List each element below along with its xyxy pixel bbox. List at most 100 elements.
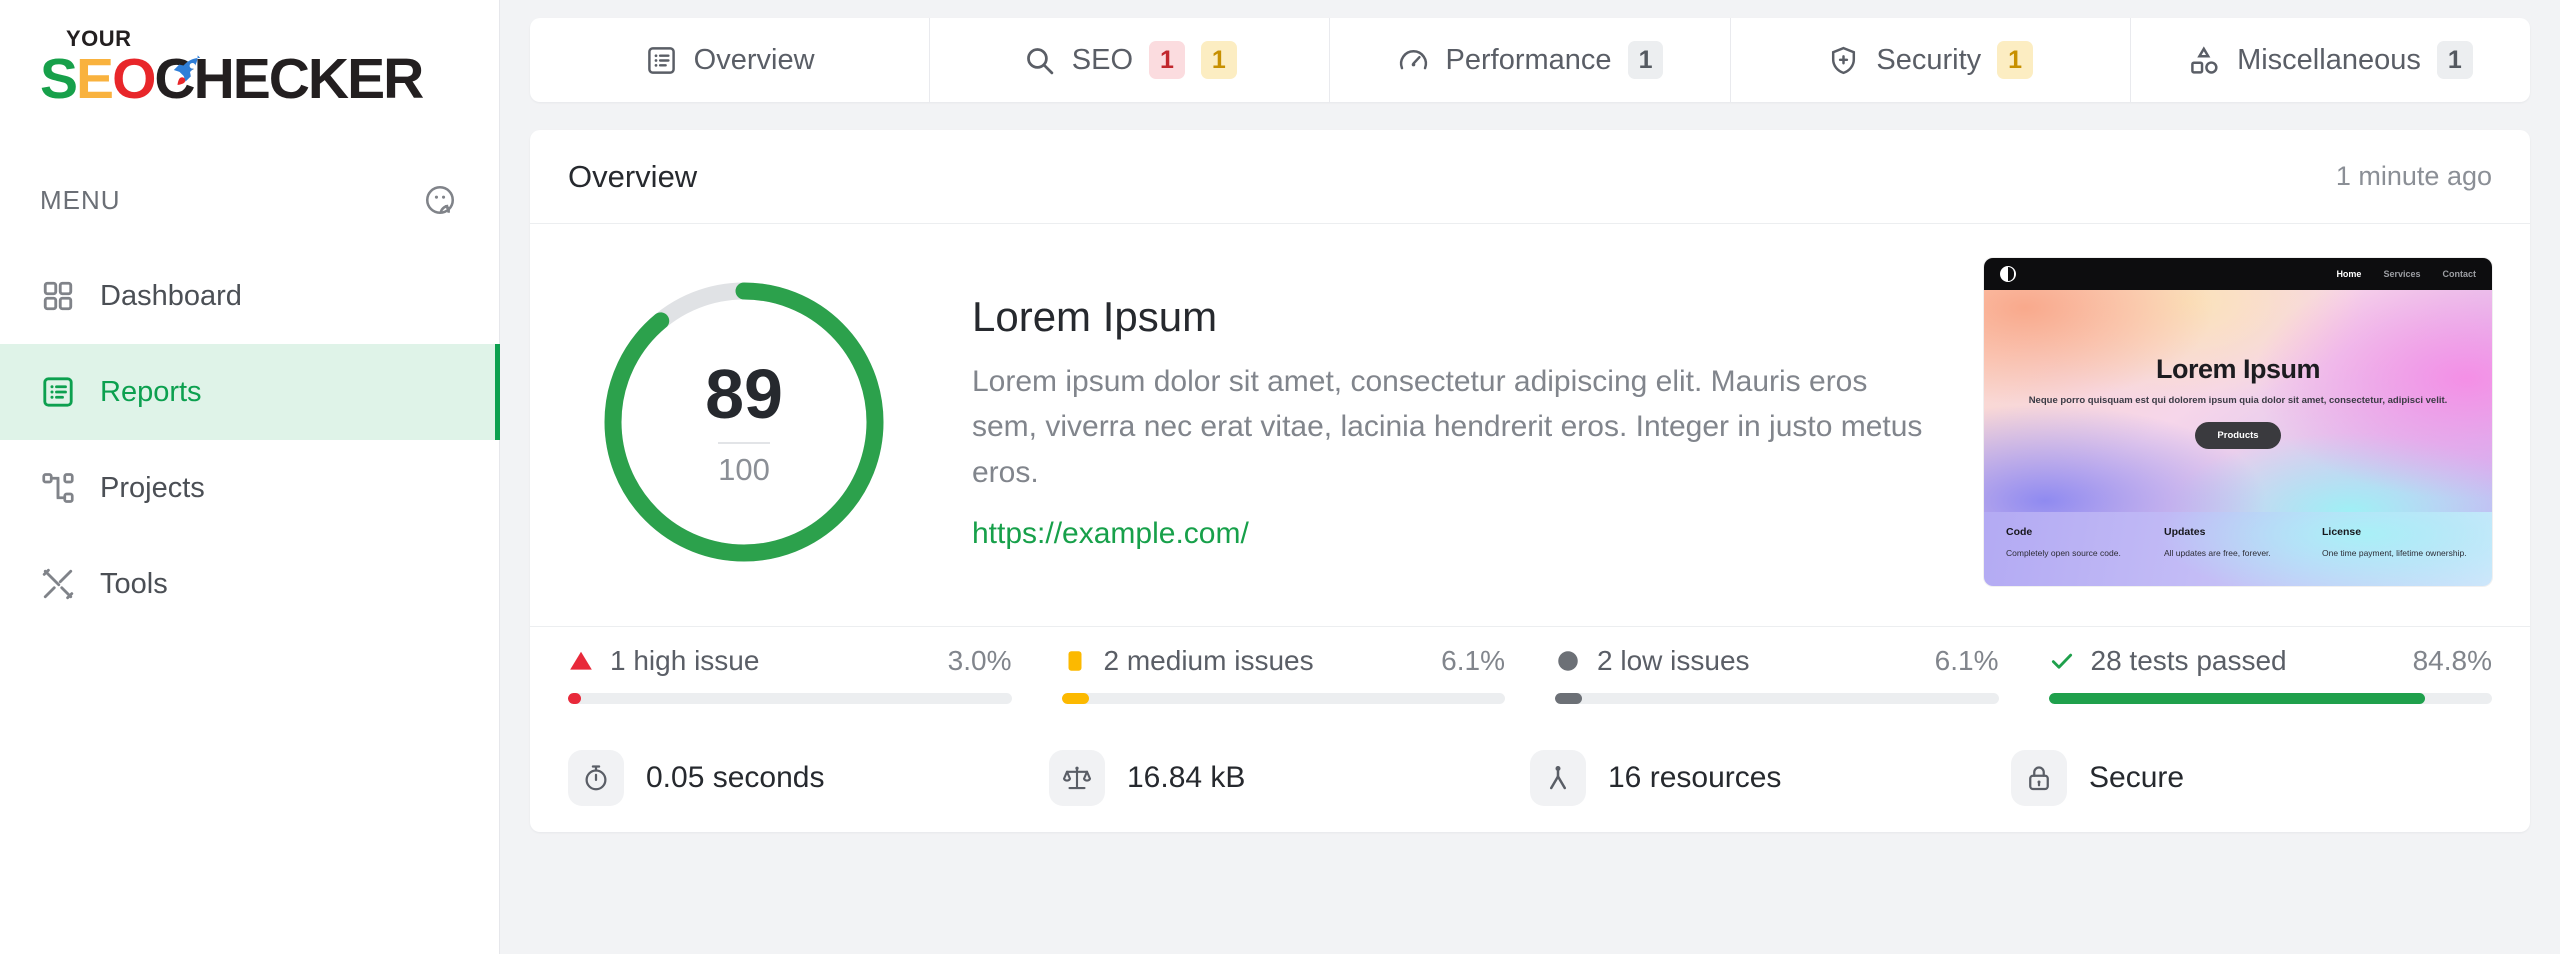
issue-summary-row: 1 high issue 3.0% 2 medium issues 6.1% 2…: [530, 626, 2530, 730]
metric-security: Secure: [2011, 750, 2492, 806]
lock-icon: [2011, 750, 2067, 806]
issue-label: 1 high issue: [610, 645, 760, 676]
preview-nav-links: Home Services Contact: [2336, 269, 2476, 279]
app-root: YOUR SEOCHECKER MENU Dashboard Reports P…: [0, 0, 2560, 954]
tab-badge-count: 1: [2436, 41, 2473, 79]
report-tabs: Overview SEO 1 1 Performance 1 Security …: [530, 18, 2530, 102]
brand-letter-e: E: [76, 47, 114, 111]
preview-hero: Lorem Ipsum Neque porro quisquam est qui…: [1984, 290, 2492, 512]
brand-letter-s: S: [40, 47, 78, 111]
sidebar-menu-header: MENU: [0, 174, 499, 226]
metric-value: 0.05 seconds: [646, 761, 825, 794]
tab-badge-count: 1: [1997, 41, 2034, 79]
tab-security[interactable]: Security 1: [1731, 18, 2131, 102]
issue-progress-bar: [2048, 693, 2492, 704]
score-value: 89: [705, 355, 783, 433]
preview-nav-link: Home: [2336, 269, 2362, 279]
brand-letter-o: O: [112, 47, 156, 111]
metric-resources: 16 resources: [1530, 750, 2011, 806]
tab-badge-medium: 1: [1200, 41, 1237, 79]
grid-icon: [43, 281, 73, 311]
score-max: 100: [718, 452, 770, 487]
preview-cta-button: Products: [2195, 421, 2281, 449]
preview-footer-title: Updates: [2164, 526, 2206, 538]
tab-seo[interactable]: SEO 1 1: [930, 18, 1331, 102]
preview-footer-col: Code Completely open source code.: [2006, 526, 2154, 586]
preview-subheading: Neque porro quisquam est qui dolorem ips…: [2028, 394, 2448, 406]
sidebar-menu-label: MENU: [40, 184, 121, 215]
user-profile-icon[interactable]: [423, 183, 457, 217]
preview-footer-text: All updates are free, forever.: [2164, 548, 2271, 558]
main-content: Overview SEO 1 1 Performance 1 Security …: [500, 0, 2560, 954]
score-gauge-center: 89 100: [598, 276, 890, 568]
sidebar: YOUR SEOCHECKER MENU Dashboard Reports P…: [0, 0, 500, 954]
overview-card: Overview 1 minute ago 89 100 Lorem Ipsum…: [530, 130, 2530, 832]
issue-label: 2 medium issues: [1103, 645, 1314, 676]
score-gauge: 89 100: [598, 276, 890, 568]
metric-page-weight: 16.84 kB: [1049, 750, 1530, 806]
issue-passed: 28 tests passed 84.8%: [2048, 645, 2492, 704]
issue-percent: 84.8%: [2412, 645, 2492, 676]
sidebar-item-label: Tools: [100, 567, 168, 600]
issue-low: 2 low issues 6.1%: [1555, 645, 2049, 704]
circle-icon: [1558, 651, 1578, 671]
preview-footer: Code Completely open source code. Update…: [1984, 512, 2492, 586]
tab-label: Overview: [693, 43, 815, 76]
tab-miscellaneous[interactable]: Miscellaneous 1: [2131, 18, 2530, 102]
issue-header: 1 high issue 3.0%: [568, 645, 1012, 677]
tab-performance[interactable]: Performance 1: [1330, 18, 1731, 102]
sidebar-item-dashboard[interactable]: Dashboard: [0, 248, 499, 344]
preview-footer-title: Code: [2006, 526, 2033, 538]
tab-badge-high: 1: [1149, 41, 1185, 79]
sidebar-item-reports[interactable]: Reports: [0, 344, 500, 440]
circle-logo-icon: [2000, 266, 2016, 282]
shapes-icon: [2191, 45, 2218, 74]
metric-value: Secure: [2089, 761, 2185, 794]
preview-navbar: Home Services Contact: [1984, 258, 2492, 290]
resources-icon: [1530, 750, 1586, 806]
scale-icon: [1049, 750, 1105, 806]
sitemap-icon: [42, 473, 74, 503]
rocket-icon: [173, 55, 201, 85]
tab-label: Performance: [1445, 43, 1612, 76]
sidebar-item-tools[interactable]: Tools: [0, 536, 499, 632]
preview-nav-link: Services: [2383, 269, 2421, 279]
preview-footer-text: Completely open source code.: [2006, 548, 2121, 558]
preview-footer-col: License One time payment, lifetime owner…: [2322, 526, 2470, 586]
issue-header: 2 medium issues 6.1%: [1062, 645, 1505, 677]
preview-footer-text: One time payment, lifetime ownership.: [2322, 548, 2467, 558]
square-icon: [1068, 651, 1081, 671]
triangle-warning-icon: [570, 651, 592, 670]
issue-high: 1 high issue 3.0%: [568, 645, 1062, 704]
overview-card-header: Overview 1 minute ago: [530, 130, 2530, 224]
issue-medium: 2 medium issues 6.1%: [1061, 645, 1556, 704]
metric-value: 16.84 kB: [1127, 761, 1246, 794]
site-preview-thumbnail[interactable]: Home Services Contact Lorem Ipsum Neque …: [1984, 258, 2492, 586]
sidebar-item-projects[interactable]: Projects: [0, 440, 499, 536]
last-updated-timestamp: 1 minute ago: [2335, 161, 2492, 191]
issue-header: 28 tests passed 84.8%: [2049, 645, 2492, 677]
tab-label: Security: [1876, 43, 1982, 76]
brand-logo[interactable]: YOUR SEOCHECKER: [0, 0, 499, 108]
brand-logo-main: SEOCHECKER: [40, 51, 424, 108]
issue-header: 2 low issues 6.1%: [1555, 645, 1999, 677]
tab-overview[interactable]: Overview: [530, 18, 931, 102]
issue-percent: 6.1%: [1441, 645, 1505, 676]
metric-value: 16 resources: [1608, 761, 1782, 794]
list-box-icon: [647, 46, 675, 74]
preview-heading: Lorem Ipsum: [2155, 353, 2321, 384]
metrics-row: 0.05 seconds 16.84 kB 16 resources Secur…: [530, 730, 2530, 832]
issue-percent: 3.0%: [947, 645, 1012, 676]
site-description: Lorem ipsum dolor sit amet, consectetur …: [972, 364, 1923, 489]
site-url-link[interactable]: https://example.com/: [972, 517, 1249, 550]
preview-footer-col: Updates All updates are free, forever.: [2164, 526, 2312, 586]
overview-hero: 89 100 Lorem Ipsum Lorem ipsum dolor sit…: [530, 224, 2530, 626]
preview-footer-title: License: [2322, 526, 2362, 538]
sidebar-item-label: Reports: [100, 375, 202, 408]
check-icon: [2051, 653, 2072, 669]
search-icon: [1026, 47, 1054, 74]
sidebar-nav: Dashboard Reports Projects Tools: [0, 248, 500, 632]
tab-label: Miscellaneous: [2237, 43, 2421, 76]
issue-progress-bar: [1555, 693, 1999, 704]
stopwatch-icon: [568, 750, 624, 806]
